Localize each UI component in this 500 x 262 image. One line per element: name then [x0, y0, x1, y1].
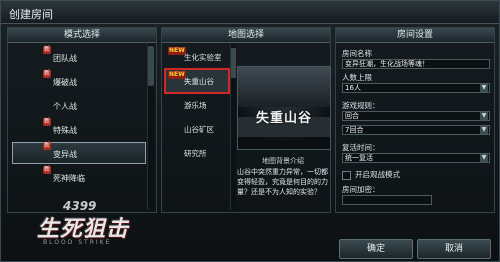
map-panel-header: 地图选择 — [162, 28, 330, 43]
map-item-label: 游乐场 — [184, 101, 207, 110]
map-item-institute[interactable]: 研究所 — [166, 142, 228, 164]
rule-select[interactable]: 回合 ▼ — [342, 111, 490, 121]
new-badge-icon: 新 — [43, 142, 52, 150]
rounds-select[interactable]: 7回合 ▼ — [342, 125, 490, 135]
mode-item-label: 死神降临 — [53, 174, 85, 183]
spectate-row[interactable]: 开启观战模式 — [342, 169, 400, 180]
preview-sky — [238, 67, 330, 107]
map-list: NEW 生化实验室 NEW 失重山谷 游乐场 山谷矿区 研究所 — [164, 46, 230, 166]
map-scrollbar[interactable] — [230, 44, 236, 210]
scroll-thumb[interactable] — [231, 48, 236, 78]
chevron-down-icon[interactable]: ▼ — [480, 84, 488, 92]
window-title: 创建房间 — [9, 8, 53, 21]
password-input[interactable] — [342, 195, 432, 205]
map-item-mine[interactable]: 山谷矿区 — [166, 118, 228, 140]
map-item-playground[interactable]: 游乐场 — [166, 94, 228, 116]
confirm-button[interactable]: 确定 — [339, 239, 413, 259]
map-item-label: 研究所 — [184, 149, 207, 158]
scroll-thumb[interactable] — [148, 46, 154, 86]
room-panel-header: 房间设置 — [336, 28, 494, 43]
map-item-label: 失重山谷 — [184, 77, 214, 86]
players-label: 人数上限 — [342, 73, 372, 82]
new-badge-icon: 新 — [43, 166, 52, 174]
mode-item-solo[interactable]: 个人战 — [12, 94, 146, 116]
chevron-down-icon[interactable]: ▼ — [480, 154, 488, 162]
revive-label: 复活时间： — [342, 143, 380, 152]
mode-item-label: 特殊战 — [53, 126, 77, 135]
room-name-label: 房间名称 — [342, 49, 372, 58]
rule-value: 回合 — [345, 112, 359, 120]
mode-item-label: 爆破战 — [53, 78, 77, 87]
cancel-button[interactable]: 取消 — [417, 239, 491, 259]
rule-label: 游戏规则： — [342, 101, 380, 110]
title-bar: 创建房间 — [1, 1, 499, 24]
mode-scrollbar[interactable] — [147, 44, 154, 210]
room-name-input[interactable]: 变异狂潮，生化战场等魂！ — [342, 59, 490, 69]
mode-list: 新 团队战 新 爆破战 个人战 新 特殊战 新 变异战 新 死神降临 — [12, 46, 146, 190]
mode-item-demolition[interactable]: 新 爆破战 — [12, 70, 146, 92]
mode-panel-header: 模式选择 — [8, 28, 156, 43]
mode-panel: 模式选择 新 团队战 新 爆破战 个人战 新 特殊战 新 变异战 新 死神降临 — [7, 27, 157, 213]
revive-select[interactable]: 统一复活 ▼ — [342, 153, 490, 163]
players-value: 16人 — [345, 84, 361, 92]
map-item-label: 山谷矿区 — [184, 125, 214, 134]
logo-subtitle: BLOOD STRIKE — [43, 239, 112, 246]
create-room-window: 创建房间 模式选择 新 团队战 新 爆破战 个人战 新 特殊战 新 变异战 新 … — [0, 0, 500, 262]
password-label: 房间加密： — [342, 185, 380, 194]
mode-item-death[interactable]: 新 死神降临 — [12, 166, 146, 188]
map-item-lab[interactable]: NEW 生化实验室 — [166, 46, 228, 68]
new-badge-icon: 新 — [43, 46, 52, 54]
preview-map-name: 失重山谷 — [255, 111, 312, 126]
game-logo: 4399 生死狙击 BLOOD STRIKE — [9, 197, 149, 257]
map-desc-title: 地图背景介绍 — [262, 157, 304, 165]
map-preview-image: 失重山谷 — [237, 66, 331, 150]
mode-item-special[interactable]: 新 特殊战 — [12, 118, 146, 140]
new-badge-icon: 新 — [43, 118, 52, 126]
map-item-valley[interactable]: NEW 失重山谷 — [164, 68, 230, 94]
revive-value: 统一复活 — [345, 154, 373, 162]
players-select[interactable]: 16人 ▼ — [342, 83, 490, 93]
new-badge-icon: 新 — [43, 70, 52, 78]
chevron-down-icon[interactable]: ▼ — [480, 112, 488, 120]
mode-item-label: 个人战 — [53, 102, 77, 111]
room-settings-panel: 房间设置 房间名称 变异狂潮，生化战场等魂！ 人数上限 16人 ▼ 游戏规则： … — [335, 27, 495, 213]
spectate-label: 开启观战模式 — [355, 170, 400, 179]
mode-item-label: 团队战 — [53, 54, 77, 63]
spectate-checkbox[interactable] — [342, 170, 351, 180]
chevron-down-icon[interactable]: ▼ — [480, 126, 488, 134]
rounds-value: 7回合 — [345, 126, 364, 134]
mode-item-mutation[interactable]: 新 变异战 — [12, 142, 146, 164]
mode-item-team[interactable]: 新 团队战 — [12, 46, 146, 68]
map-description: 山谷中突然重力异常，一切都变得轻盈，究竟是何目的的力量？还是不为人知的实验？ — [237, 168, 328, 196]
mode-item-label: 变异战 — [53, 150, 77, 159]
map-item-label: 生化实验室 — [184, 53, 222, 62]
map-panel: 地图选择 NEW 生化实验室 NEW 失重山谷 游乐场 山谷矿区 研究所 失重山… — [161, 27, 331, 213]
